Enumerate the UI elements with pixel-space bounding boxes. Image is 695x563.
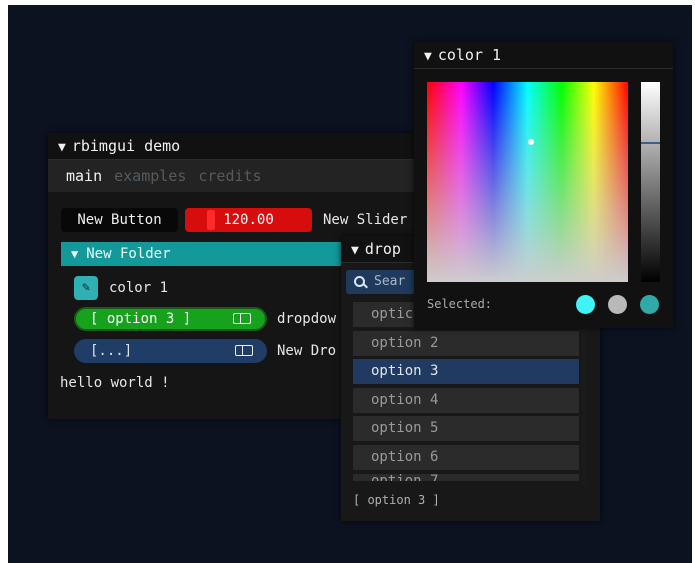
new-dropdown-value: [...] xyxy=(90,343,133,359)
desktop-background: ▼ rbimgui demo main examples credits New Bu… xyxy=(8,5,692,563)
tab-credits[interactable]: credits xyxy=(198,167,261,185)
slider-grab-handle[interactable] xyxy=(207,210,215,230)
color-swatch[interactable] xyxy=(608,295,627,314)
collapse-triangle-icon[interactable]: ▼ xyxy=(58,140,66,155)
search-icon xyxy=(354,276,365,287)
value-slider-marker[interactable] xyxy=(641,142,660,144)
dropdown-option-select[interactable]: [ option 3 ] xyxy=(74,307,267,331)
dropdown-label: dropdow xyxy=(277,311,337,327)
color-window-titlebar[interactable]: ▼ color 1 xyxy=(414,42,673,69)
tab-main[interactable]: main xyxy=(66,167,102,185)
collapse-triangle-icon[interactable]: ▼ xyxy=(351,243,359,258)
tab-bar: main examples credits xyxy=(48,160,423,192)
slider-value: 120.00 xyxy=(223,212,274,228)
option-item-partial[interactable]: option 7 xyxy=(353,474,579,481)
option-item[interactable]: option 4 xyxy=(353,388,579,413)
slider-label: New Slider xyxy=(323,212,408,228)
option-item[interactable]: option 5 xyxy=(353,416,579,441)
new-button[interactable]: New Button xyxy=(61,208,178,232)
pencil-icon[interactable]: ✎ xyxy=(74,276,98,300)
demo-window-titlebar[interactable]: ▼ rbimgui demo xyxy=(48,133,423,160)
color-label: color 1 xyxy=(109,280,169,296)
color-picker-window: ▼ color 1 Selected: xyxy=(414,42,673,328)
value-slider[interactable] xyxy=(641,82,660,282)
dropdown-toggle-icon xyxy=(233,313,251,324)
dropdown-window-title: drop xyxy=(364,240,401,258)
dropdown-footer-value: [ option 3 ] xyxy=(353,493,440,507)
dropdown-value: [ option 3 ] xyxy=(90,311,192,327)
dropdown-toggle-icon xyxy=(235,345,253,356)
option-item[interactable]: option 6 xyxy=(353,445,579,470)
hello-text: hello world ! xyxy=(60,375,170,391)
folder-label: New Folder xyxy=(86,246,171,262)
option-item[interactable]: option 2 xyxy=(353,331,579,356)
option-item-selected[interactable]: option 3 xyxy=(353,359,579,384)
folder-triangle-icon: ▼ xyxy=(71,247,79,261)
picker-cursor[interactable] xyxy=(528,139,534,145)
selected-label: Selected: xyxy=(427,297,493,311)
color-swatch[interactable] xyxy=(640,295,659,314)
new-slider[interactable]: 120.00 xyxy=(185,208,312,232)
collapse-triangle-icon[interactable]: ▼ xyxy=(424,49,432,64)
demo-window-title: rbimgui demo xyxy=(71,137,181,155)
new-dropdown-label: New Dro xyxy=(277,343,337,359)
new-dropdown-select[interactable]: [...] xyxy=(74,339,267,363)
hue-saturation-picker[interactable] xyxy=(427,82,628,282)
tab-examples[interactable]: examples xyxy=(114,167,186,185)
color-window-title: color 1 xyxy=(437,46,502,64)
search-placeholder: Sear xyxy=(374,274,406,289)
color-swatch[interactable] xyxy=(576,295,595,314)
